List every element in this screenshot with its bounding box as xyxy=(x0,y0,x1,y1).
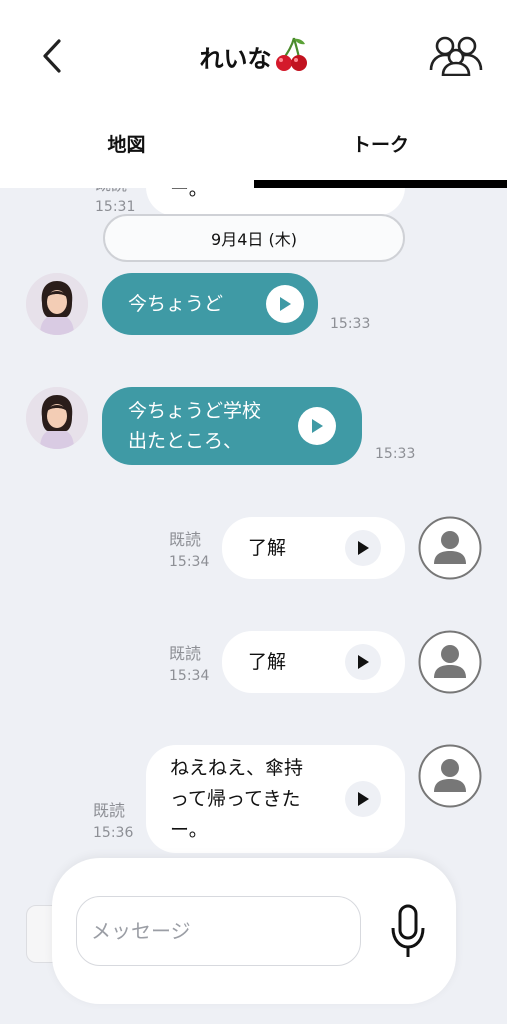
my-avatar[interactable] xyxy=(418,516,482,580)
message-text: 了解 xyxy=(248,651,287,673)
girl-photo-icon xyxy=(26,273,88,335)
chat-title: れいな xyxy=(199,44,272,73)
play-icon xyxy=(358,541,369,555)
message-input[interactable] xyxy=(76,896,361,966)
group-icon xyxy=(429,36,483,76)
play-icon xyxy=(358,792,369,806)
message-time: 15:33 xyxy=(330,316,371,332)
message-time: 15:31 xyxy=(95,199,136,215)
play-icon xyxy=(280,297,291,311)
read-receipt: 既読 xyxy=(169,530,202,549)
group-button[interactable] xyxy=(428,32,484,78)
play-icon xyxy=(312,419,323,433)
girl-photo-icon xyxy=(26,387,88,449)
play-button[interactable] xyxy=(345,781,381,817)
message-bubble[interactable]: 了解 xyxy=(222,631,405,693)
message-text: 今ちょうど xyxy=(128,293,224,315)
message-meta: 既読 15:34 xyxy=(169,643,209,687)
play-button[interactable] xyxy=(266,285,304,323)
play-button[interactable] xyxy=(345,530,381,566)
my-avatar[interactable] xyxy=(418,630,482,694)
message-bubble[interactable]: ねえねえ、傘持 って帰ってきた ー。 xyxy=(146,745,405,853)
microphone-icon xyxy=(391,904,425,957)
message-bubble[interactable]: 今ちょうど学校 出たところ、 xyxy=(102,387,362,465)
app-header: れいな 地図 トーク xyxy=(0,0,507,188)
play-icon xyxy=(358,655,369,669)
message-text: 今ちょうど学校 出たところ、 xyxy=(128,400,262,452)
active-tab-indicator xyxy=(254,180,507,188)
date-separator: 9月4日 (木) xyxy=(103,214,405,262)
message-text: ー。 xyxy=(170,188,208,200)
message-text: ねえねえ、傘持 って帰ってきた ー。 xyxy=(170,756,304,841)
mic-button[interactable] xyxy=(388,902,428,962)
message-text: 了解 xyxy=(248,537,287,559)
contact-avatar[interactable] xyxy=(26,273,88,335)
cherry-icon xyxy=(274,36,308,76)
message-time: 15:34 xyxy=(169,668,210,684)
play-button[interactable] xyxy=(345,644,381,680)
my-avatar[interactable] xyxy=(418,744,482,808)
tab-talk[interactable]: トーク xyxy=(254,130,507,157)
message-composer xyxy=(52,858,456,1004)
message-time: 15:33 xyxy=(375,446,416,462)
message-meta: 既読 15:34 xyxy=(169,529,209,573)
tab-map[interactable]: 地図 xyxy=(0,130,253,157)
message-time: 15:36 xyxy=(93,825,134,841)
read-receipt: 既読 xyxy=(95,188,135,196)
message-time: 15:34 xyxy=(169,554,210,570)
play-button[interactable] xyxy=(298,407,336,445)
message-bubble[interactable]: ー。 xyxy=(146,188,405,216)
person-icon xyxy=(418,630,482,694)
message-bubble[interactable]: 今ちょうど xyxy=(102,273,318,335)
read-receipt: 既読 xyxy=(93,801,126,820)
message-bubble[interactable]: 了解 xyxy=(222,517,405,579)
person-icon xyxy=(418,744,482,808)
person-icon xyxy=(418,516,482,580)
read-receipt: 既読 xyxy=(169,644,202,663)
message-meta: 既読 15:36 xyxy=(93,800,133,844)
contact-avatar[interactable] xyxy=(26,387,88,449)
